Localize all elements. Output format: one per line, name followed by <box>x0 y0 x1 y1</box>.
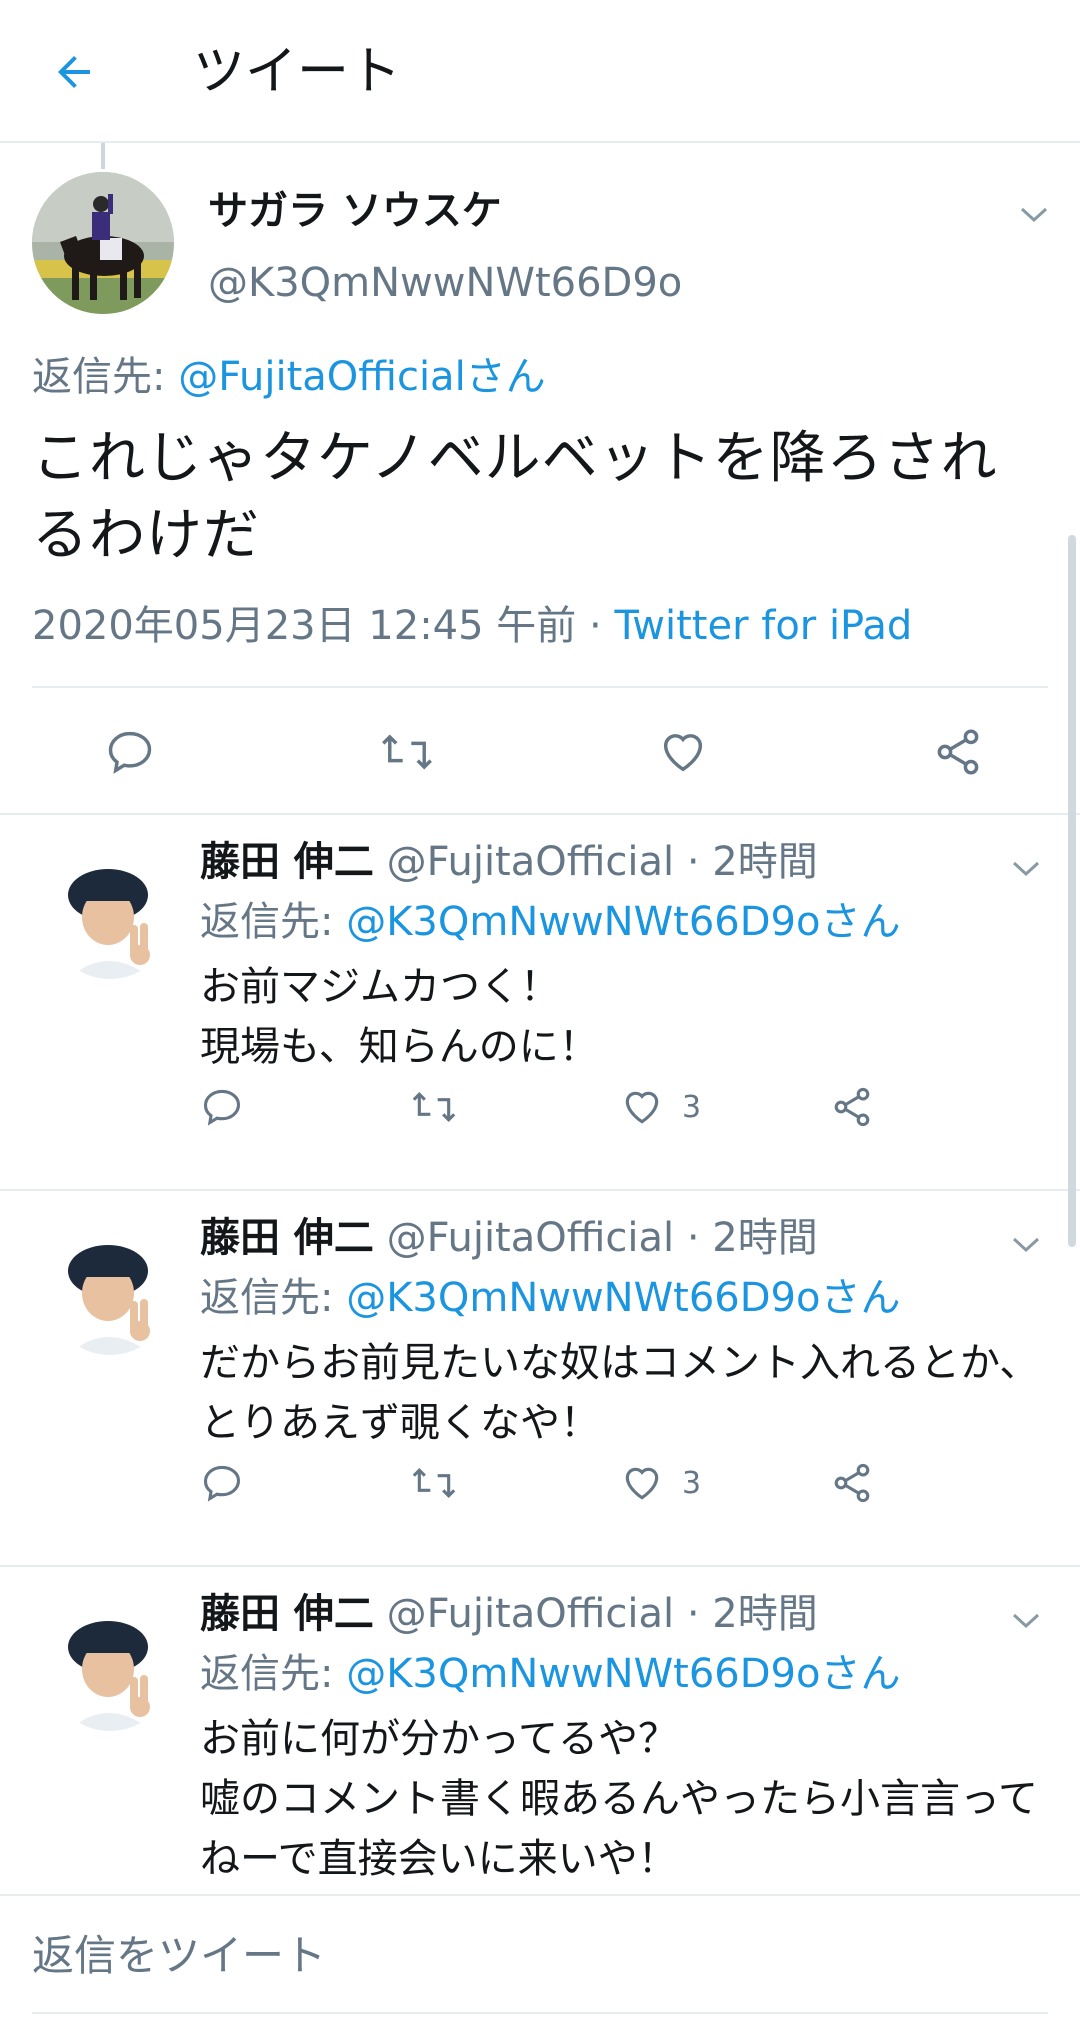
retweet-icon <box>381 734 432 770</box>
author-name[interactable]: 藤田 伸二 <box>200 839 374 885</box>
share-button[interactable] <box>932 726 984 778</box>
action-bar: 3 <box>200 1453 920 1513</box>
reply-tweet[interactable]: 藤田 伸二 @FujitaOfficial · 2時間 返信先: @K3QmNw… <box>0 815 1080 1189</box>
reply-to-line: 返信先: @K3QmNwwNWt66D9oさん <box>200 895 900 949</box>
author-name[interactable]: 藤田 伸二 <box>200 1215 374 1261</box>
share-icon <box>834 1463 870 1503</box>
tweet-text: お前マジムカつく！ 現場も、知らんのに！ <box>200 964 599 1070</box>
reply-header: 藤田 伸二 @FujitaOfficial · 2時間 <box>200 1587 818 1641</box>
reply-compose-bar: 返信をツイート <box>0 1894 1080 2032</box>
like-button[interactable]: 3 <box>620 1453 830 1513</box>
heart-icon <box>625 1091 659 1124</box>
reply-tweet[interactable]: 藤田 伸二 @FujitaOfficial · 2時間 返信先: @K3QmNw… <box>0 1567 1080 1894</box>
retweet-icon <box>412 1467 456 1499</box>
reply-icon <box>203 1465 241 1502</box>
user-avatar-image <box>48 1607 172 1731</box>
reply-icon <box>203 1089 241 1126</box>
tweet-menu-button[interactable] <box>1004 1599 1048 1643</box>
page-title: ツイート <box>193 42 402 102</box>
retweet-button[interactable] <box>379 726 435 778</box>
action-bar: 3 <box>200 1077 920 1137</box>
reply-to-prefix: 返信先: <box>200 899 347 945</box>
reply-to-link[interactable]: @K3QmNwwNWt66D9oさん <box>346 1651 900 1697</box>
share-button[interactable] <box>830 1453 920 1513</box>
tweet-text: だからお前見たいな奴はコメント入れるとか、とりあえず覗くなや！ <box>200 1340 1040 1446</box>
author-name[interactable]: サガラ ソウスケ <box>208 183 502 239</box>
like-count: 3 <box>682 1465 702 1501</box>
avatar[interactable] <box>48 1231 172 1355</box>
share-icon <box>937 729 979 775</box>
reply-header: 藤田 伸二 @FujitaOfficial · 2時間 <box>200 835 818 889</box>
reply-to-line: 返信先: @K3QmNwwNWt66D9oさん <box>200 1271 900 1325</box>
reply-button[interactable] <box>200 1077 410 1137</box>
reply-to-line: 返信先: @K3QmNwwNWt66D9oさん <box>200 1647 900 1701</box>
chevron-down-icon <box>1012 1613 1040 1629</box>
author-handle-time[interactable]: @FujitaOfficial · 2時間 <box>374 1591 818 1637</box>
author-handle-time[interactable]: @FujitaOfficial · 2時間 <box>374 1215 818 1261</box>
avatar[interactable] <box>32 172 174 314</box>
reply-button[interactable] <box>104 726 156 778</box>
thread-connector <box>101 143 105 169</box>
share-button[interactable] <box>830 1077 920 1137</box>
reply-icon <box>108 731 152 774</box>
user-avatar-image <box>48 1231 172 1355</box>
reply-to-prefix: 返信先: <box>200 1275 347 1321</box>
reply-to-link[interactable]: @K3QmNwwNWt66D9oさん <box>346 899 900 945</box>
share-icon <box>834 1087 870 1127</box>
back-button[interactable] <box>40 38 108 106</box>
chevron-down-icon <box>1012 1237 1040 1253</box>
divider <box>32 686 1048 688</box>
like-count: 3 <box>682 1089 702 1125</box>
tweet-menu-button[interactable] <box>1012 193 1056 237</box>
reply-header: 藤田 伸二 @FujitaOfficial · 2時間 <box>200 1211 818 1265</box>
top-app-bar: ツイート <box>0 0 1080 143</box>
reply-to-prefix: 返信先: <box>32 354 179 400</box>
tweet-menu-button[interactable] <box>1004 847 1048 891</box>
reply-button[interactable] <box>200 1453 410 1513</box>
retweet-icon <box>412 1091 456 1123</box>
arrow-left-icon <box>58 56 90 88</box>
tweet-source-link[interactable]: Twitter for iPad <box>614 603 912 649</box>
jockey-avatar-image <box>32 172 174 314</box>
author-handle-time[interactable]: @FujitaOfficial · 2時間 <box>374 839 818 885</box>
reply-to-prefix: 返信先: <box>200 1651 347 1697</box>
retweet-button[interactable] <box>410 1453 620 1513</box>
avatar[interactable] <box>48 855 172 979</box>
reply-tweet[interactable]: 藤田 伸二 @FujitaOfficial · 2時間 返信先: @K3QmNw… <box>0 1191 1080 1565</box>
tweet-timestamp: 2020年05月23日 12:45 午前 · <box>32 603 615 649</box>
avatar[interactable] <box>48 1607 172 1731</box>
heart-icon <box>664 734 703 772</box>
reply-to-link[interactable]: @K3QmNwwNWt66D9oさん <box>346 1275 900 1321</box>
author-name[interactable]: 藤田 伸二 <box>200 1591 374 1637</box>
scrollbar[interactable] <box>1068 535 1076 1247</box>
retweet-button[interactable] <box>410 1077 620 1137</box>
tweet-text: これじゃタケノベルベットを降ろされるわけだ <box>32 426 998 568</box>
tweet-text: お前に何が分かってるや？ 嘘のコメント書く暇あるんやったら小言言ってねーで直接会… <box>200 1716 1038 1882</box>
heart-icon <box>625 1467 659 1500</box>
user-avatar-image <box>48 855 172 979</box>
like-button[interactable]: 3 <box>620 1077 830 1137</box>
reply-to-line: 返信先: @FujitaOfficialさん <box>32 350 546 404</box>
chevron-down-icon <box>1012 861 1040 877</box>
main-action-bar <box>104 722 984 782</box>
reply-input[interactable]: 返信をツイート <box>32 1926 326 1986</box>
tweet-meta: 2020年05月23日 12:45 午前 · Twitter for iPad <box>32 598 912 654</box>
tweet-menu-button[interactable] <box>1004 1223 1048 1267</box>
chevron-down-icon <box>1020 207 1048 223</box>
author-handle[interactable]: @K3QmNwwNWt66D9o <box>208 255 682 311</box>
reply-to-link[interactable]: @FujitaOfficialさん <box>178 354 545 400</box>
input-underline <box>32 2012 1048 2014</box>
like-button[interactable] <box>657 726 709 778</box>
